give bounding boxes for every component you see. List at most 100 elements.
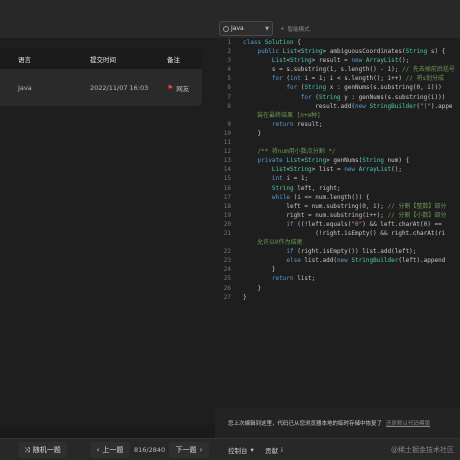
code-token: result; bbox=[297, 120, 323, 128]
language-select[interactable]: Java ▼ bbox=[219, 21, 273, 36]
code-line[interactable]: 21 (!right.isEmpty() && right.charAt(ri bbox=[215, 229, 460, 238]
console-toggle[interactable]: 控制台 ▾ bbox=[228, 442, 254, 458]
code-line[interactable]: 9 return result; bbox=[215, 120, 460, 129]
submissions-header-row: 语言 提交时间 备注 bbox=[0, 49, 202, 69]
code-token: } bbox=[243, 129, 262, 137]
code-text: private List<String> genNums(String num)… bbox=[243, 156, 409, 165]
line-number: 11 bbox=[223, 139, 231, 147]
code-text: /** 将num用小数点分割 */ bbox=[243, 147, 335, 156]
code-line[interactable]: 4 s = s.substring(1, s.length() - 1); //… bbox=[215, 65, 460, 74]
line-number: 27 bbox=[223, 293, 231, 301]
next-question-button[interactable]: 下一题 › bbox=[169, 442, 209, 458]
top-bar: Java ▼ + 智能模式 bbox=[0, 0, 460, 38]
code-line[interactable]: 25 return list; bbox=[215, 274, 460, 283]
contribute-label: 贡献 bbox=[265, 447, 278, 455]
line-number: 4 bbox=[227, 66, 231, 74]
code-line[interactable]: 26 } bbox=[215, 284, 460, 293]
code-text: List<String> list = new ArrayList(); bbox=[243, 165, 402, 174]
smart-mode-toggle[interactable]: + 智能模式 bbox=[280, 21, 310, 36]
gutter bbox=[235, 229, 243, 238]
code-text: right = num.substring(i++); // 分割【小数】部分 bbox=[243, 211, 446, 220]
code-line[interactable]: 24 } bbox=[215, 265, 460, 274]
header-time: 提交时间 bbox=[90, 56, 116, 64]
line-number: 25 bbox=[223, 275, 231, 283]
code-token: String bbox=[271, 184, 294, 192]
submissions-panel: 语言 提交时间 备注 Java 2022/11/07 16:03 ⚑ 网友 bbox=[0, 38, 215, 425]
code-token: int bbox=[289, 75, 305, 83]
code-token: String bbox=[362, 157, 384, 165]
code-token: while bbox=[271, 193, 294, 201]
code-line[interactable]: 20 if ((!left.equals("0") && left.charAt… bbox=[215, 220, 460, 229]
code-editor[interactable]: 1 class Solution {2 public List<String> a… bbox=[215, 38, 460, 408]
code-line[interactable]: 1 class Solution { bbox=[215, 38, 460, 47]
code-token: // 先去掉前后括号 bbox=[401, 66, 455, 74]
code-line[interactable]: 7 for (String y : genNums(s.substring(i)… bbox=[215, 93, 460, 102]
line-number: 17 bbox=[223, 193, 231, 201]
restore-notice: 您上次编辑到这里，代码已从您浏览器本地的临时存储中恢复了 还原默认代码模版 bbox=[215, 408, 460, 438]
code-line[interactable]: 19 right = num.substring(i++); // 分割【小数】… bbox=[215, 211, 460, 220]
chevron-left-icon: ‹ bbox=[96, 446, 100, 454]
code-line[interactable]: 18 left = num.substring(0, i); // 分割【整数】… bbox=[215, 202, 460, 211]
contribute-button[interactable]: 贡献 ⅰ bbox=[265, 442, 283, 458]
code-token: // 分割【整数】部分 bbox=[387, 202, 447, 210]
gutter bbox=[235, 93, 243, 102]
line-number: 18 bbox=[223, 202, 231, 210]
code-line[interactable]: 17 while (i <= num.length()) { bbox=[215, 193, 460, 202]
gutter bbox=[235, 193, 243, 202]
code-token: class bbox=[243, 39, 265, 46]
code-line[interactable]: 15 int i = 1; bbox=[215, 174, 460, 183]
code-token: (); bbox=[398, 57, 410, 65]
code-token: String bbox=[289, 57, 312, 65]
code-text: while (i <= num.length()) { bbox=[243, 193, 370, 202]
code-line[interactable]: 6 for (String x : genNums(s.substring(0,… bbox=[215, 83, 460, 92]
header-language: 语言 bbox=[18, 56, 31, 64]
code-line[interactable]: 27} bbox=[215, 293, 460, 302]
code-token: List bbox=[271, 57, 287, 65]
code-line[interactable]: 3 List<String> result = new ArrayList(); bbox=[215, 56, 460, 65]
code-area[interactable]: 1 class Solution {2 public List<String> a… bbox=[215, 38, 460, 302]
code-token: String bbox=[304, 157, 327, 165]
code-line[interactable]: 12 /** 将num用小数点分割 */ bbox=[215, 147, 460, 156]
code-line[interactable]: 10 } bbox=[215, 129, 460, 138]
code-line[interactable]: 13 private List<String> genNums(String n… bbox=[215, 156, 460, 165]
code-text: for (String y : genNums(s.substring(i))) bbox=[243, 93, 446, 102]
chevron-down-icon: ▼ bbox=[265, 25, 269, 32]
code-line[interactable]: 14 List<String> list = new ArrayList(); bbox=[215, 165, 460, 174]
code-token: num) { bbox=[383, 157, 410, 165]
gutter bbox=[235, 256, 243, 265]
code-line[interactable]: 5 for (int i = 1; i < s.length(); i++) /… bbox=[215, 74, 460, 83]
code-token: private bbox=[257, 157, 287, 165]
code-token: Solution bbox=[264, 39, 294, 46]
code-text: if (right.isEmpty()) list.add(left); bbox=[243, 247, 416, 256]
line-number: 2 bbox=[227, 48, 231, 56]
line-number: 9 bbox=[227, 120, 231, 128]
code-text: public List<String> ambiguousCoordinates… bbox=[243, 47, 445, 56]
info-icon: ⅰ bbox=[281, 446, 283, 454]
random-question-button[interactable]: ⤨ 随机一题 bbox=[18, 442, 67, 458]
code-token: , s.length() - bbox=[333, 66, 388, 74]
gutter bbox=[235, 165, 243, 174]
code-line[interactable]: 22 if (right.isEmpty()) list.add(left); bbox=[215, 247, 460, 256]
code-line[interactable]: 8 result.add(new StringBuilder("(").appe bbox=[215, 102, 460, 111]
code-line[interactable]: 16 String left, right; bbox=[215, 184, 460, 193]
code-text: return list; bbox=[243, 274, 315, 283]
prev-question-button[interactable]: ‹ 上一题 bbox=[90, 442, 130, 458]
code-text: for (int i = 1; i < s.length(); i++) // … bbox=[243, 74, 444, 83]
code-line-wrap[interactable]: 装在最终结果 [n+m种] bbox=[215, 111, 460, 120]
gutter bbox=[235, 220, 243, 229]
code-text: int i = 1; bbox=[243, 174, 308, 183]
gutter bbox=[235, 38, 243, 47]
code-text: } bbox=[243, 265, 276, 274]
restore-default-link[interactable]: 还原默认代码模版 bbox=[386, 419, 430, 427]
gutter bbox=[235, 138, 243, 147]
plus-icon: + bbox=[280, 25, 285, 32]
code-line[interactable]: 2 public List<String> ambiguousCoordinat… bbox=[215, 47, 460, 56]
table-row[interactable]: Java 2022/11/07 16:03 ⚑ 网友 bbox=[0, 69, 202, 106]
code-text: s = s.substring(1, s.length() - 1); // 先… bbox=[243, 65, 455, 74]
cell-note: ⚑ 网友 bbox=[161, 83, 202, 93]
code-line-wrap[interactable]: 允许以0作为结尾 bbox=[215, 238, 460, 247]
code-line[interactable]: 11 bbox=[215, 138, 460, 147]
gutter bbox=[235, 129, 243, 138]
code-line[interactable]: 23 else list.add(new StringBuilder(left)… bbox=[215, 256, 460, 265]
